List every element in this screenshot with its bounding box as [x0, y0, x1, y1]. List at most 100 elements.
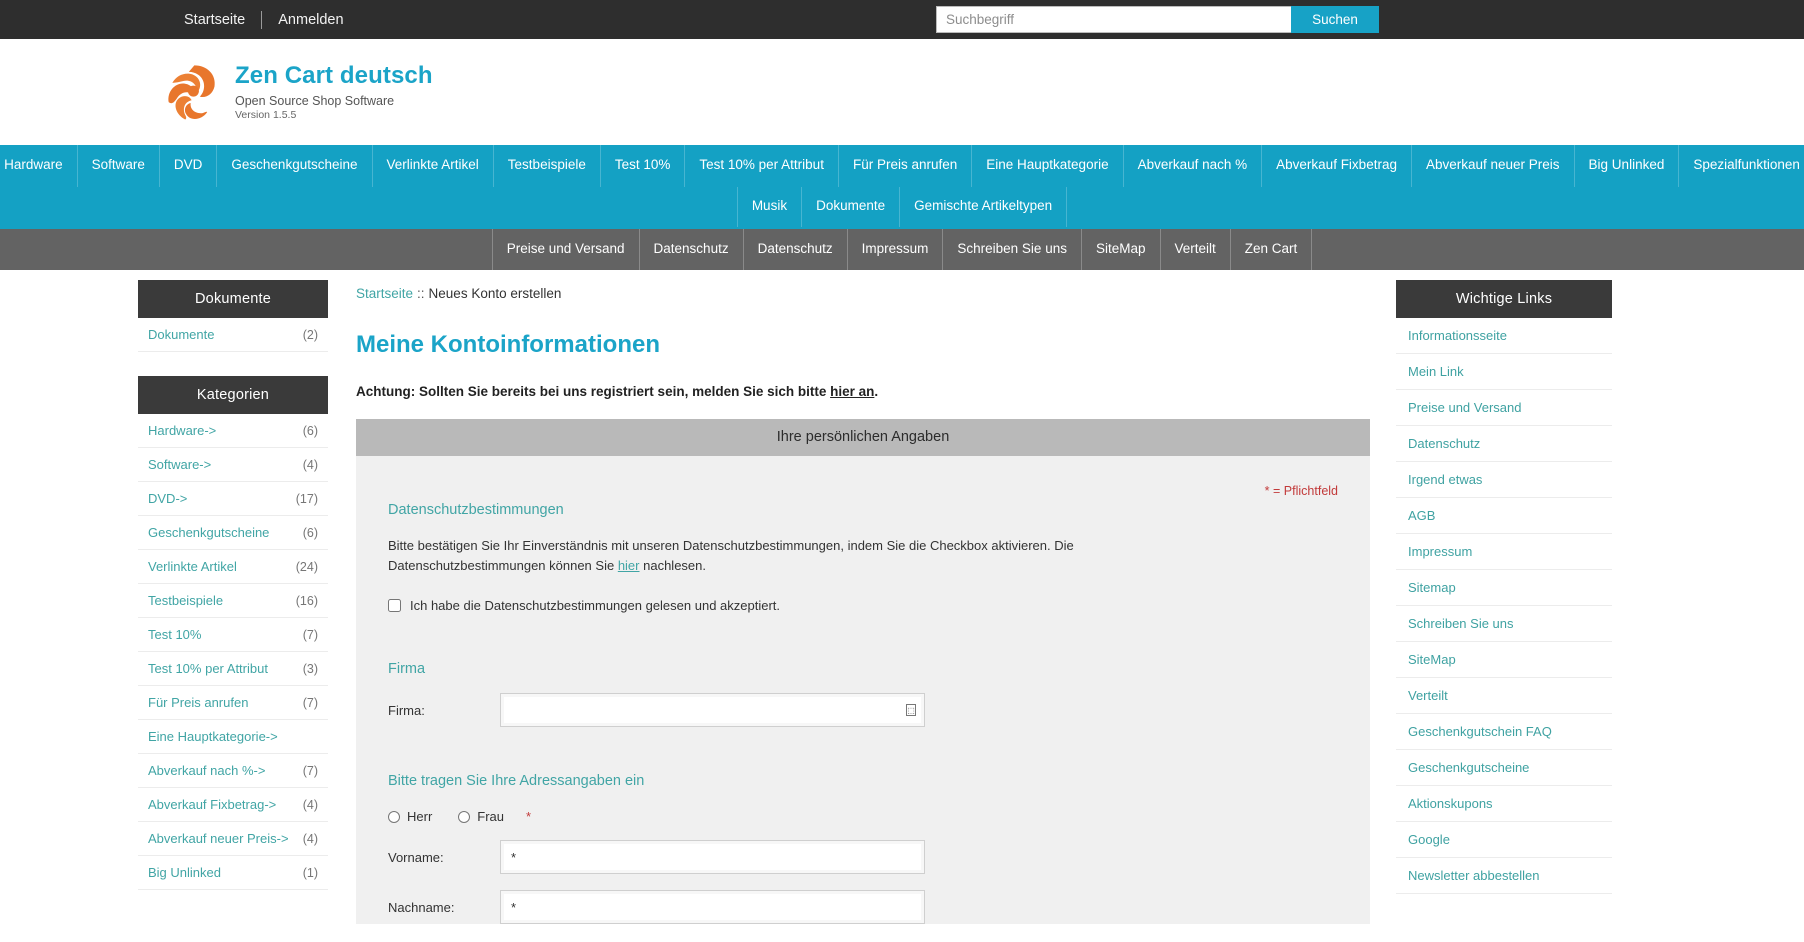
list-item[interactable]: Aktionskupons	[1396, 786, 1612, 822]
list-item[interactable]: Sitemap	[1396, 570, 1612, 606]
list-item[interactable]: Irgend etwas	[1396, 462, 1612, 498]
top-link-startseite[interactable]: Startseite	[168, 10, 261, 30]
breadcrumb-home[interactable]: Startseite	[356, 286, 413, 301]
nav-item-abverkauf-fixbetrag[interactable]: Abverkauf Fixbetrag	[1262, 145, 1412, 187]
list-item[interactable]: Impressum	[1396, 534, 1612, 570]
list-item[interactable]: Preise und Versand	[1396, 390, 1612, 426]
list-item[interactable]: Hardware->(6)	[138, 414, 328, 448]
rlink-datenschutz[interactable]: Datenschutz	[1408, 436, 1480, 451]
rlink-aktionskupons[interactable]: Aktionskupons	[1408, 796, 1493, 811]
list-item[interactable]: Abverkauf nach %->(7)	[138, 754, 328, 788]
list-item[interactable]: Software->(4)	[138, 448, 328, 482]
subnav-item-preise-und-versand[interactable]: Preise und Versand	[492, 229, 640, 270]
list-item[interactable]: Verlinkte Artikel(24)	[138, 550, 328, 584]
nav-item-abverkauf-nach-prozent[interactable]: Abverkauf nach %	[1124, 145, 1263, 187]
company-input-box[interactable]: ⬚	[500, 693, 925, 727]
firstname-input[interactable]	[501, 841, 924, 873]
nav-item-dvd[interactable]: DVD	[160, 145, 218, 187]
subnav-item-schreiben-sie-uns[interactable]: Schreiben Sie uns	[943, 229, 1082, 270]
list-item[interactable]: Mein Link	[1396, 354, 1612, 390]
nav-item-musik[interactable]: Musik	[737, 187, 802, 227]
privacy-text-link[interactable]: hier	[618, 558, 640, 573]
sidebar-item-abverkauf-nach-prozent[interactable]: Abverkauf nach %->	[148, 763, 265, 778]
list-item[interactable]: Informationsseite	[1396, 318, 1612, 354]
rlink-newsletter-abbestellen[interactable]: Newsletter abbestellen	[1408, 868, 1540, 883]
nav-item-spezialfunktionen[interactable]: Spezialfunktionen	[1679, 145, 1804, 187]
nav-item-verlinkte-artikel[interactable]: Verlinkte Artikel	[373, 145, 494, 187]
rlink-verteilt[interactable]: Verteilt	[1408, 688, 1448, 703]
nav-item-dokumente[interactable]: Dokumente	[802, 187, 900, 227]
brand-block[interactable]: Zen Cart deutsch Open Source Shop Softwa…	[165, 61, 433, 123]
top-link-anmelden[interactable]: Anmelden	[262, 10, 359, 30]
company-input[interactable]	[501, 694, 924, 726]
login-notice-link[interactable]: hier an	[830, 384, 874, 399]
subnav-item-zen-cart[interactable]: Zen Cart	[1231, 229, 1313, 270]
list-item[interactable]: Geschenkgutschein FAQ	[1396, 714, 1612, 750]
sidebar-item-test-10-per-attribut[interactable]: Test 10% per Attribut	[148, 661, 268, 676]
nav-item-test-10[interactable]: Test 10%	[601, 145, 686, 187]
nav-item-fuer-preis-anrufen[interactable]: Für Preis anrufen	[839, 145, 972, 187]
nav-item-geschenkgutscheine[interactable]: Geschenkgutscheine	[217, 145, 372, 187]
rlink-schreiben-sie-uns[interactable]: Schreiben Sie uns	[1408, 616, 1514, 631]
list-item[interactable]: Verteilt	[1396, 678, 1612, 714]
sidebar-item-abverkauf-neuer-preis[interactable]: Abverkauf neuer Preis->	[148, 831, 289, 846]
list-item[interactable]: Für Preis anrufen(7)	[138, 686, 328, 720]
sidebar-item-dvd[interactable]: DVD->	[148, 491, 187, 506]
sidebar-item-software[interactable]: Software->	[148, 457, 211, 472]
sidebar-item-hardware[interactable]: Hardware->	[148, 423, 216, 438]
list-item[interactable]: Big Unlinked(1)	[138, 856, 328, 890]
gender-radio-herr[interactable]	[388, 811, 400, 823]
subnav-item-sitemap[interactable]: SiteMap	[1082, 229, 1161, 270]
rlink-mein-link[interactable]: Mein Link	[1408, 364, 1464, 379]
rlink-impressum[interactable]: Impressum	[1408, 544, 1472, 559]
search-input[interactable]	[936, 6, 1291, 33]
sidebar-item-dokumente[interactable]: Dokumente	[148, 327, 214, 342]
rlink-sitemap[interactable]: Sitemap	[1408, 580, 1456, 595]
list-item[interactable]: Abverkauf neuer Preis->(4)	[138, 822, 328, 856]
sidebar-item-verlinkte-artikel[interactable]: Verlinkte Artikel	[148, 559, 237, 574]
list-item[interactable]: Test 10%(7)	[138, 618, 328, 652]
rlink-irgend-etwas[interactable]: Irgend etwas	[1408, 472, 1482, 487]
privacy-checkbox[interactable]	[388, 599, 401, 612]
search-button[interactable]: Suchen	[1291, 6, 1379, 33]
nav-item-software[interactable]: Software	[78, 145, 160, 187]
list-item[interactable]: Geschenkgutscheine	[1396, 750, 1612, 786]
list-item[interactable]: Test 10% per Attribut(3)	[138, 652, 328, 686]
firstname-input-box[interactable]	[500, 840, 925, 874]
subnav-item-impressum[interactable]: Impressum	[848, 229, 944, 270]
list-item[interactable]: Eine Hauptkategorie->	[138, 720, 328, 754]
rlink-sitemap-2[interactable]: SiteMap	[1408, 652, 1456, 667]
gender-radio-frau[interactable]	[458, 811, 470, 823]
list-item[interactable]: Datenschutz	[1396, 426, 1612, 462]
subnav-item-verteilt[interactable]: Verteilt	[1161, 229, 1231, 270]
lastname-input-box[interactable]	[500, 890, 925, 924]
list-item[interactable]: Google	[1396, 822, 1612, 858]
list-item[interactable]: Schreiben Sie uns	[1396, 606, 1612, 642]
subnav-item-datenschutz-2[interactable]: Datenschutz	[744, 229, 848, 270]
nav-item-testbeispiele[interactable]: Testbeispiele	[494, 145, 601, 187]
nav-item-hardware[interactable]: Hardware	[0, 145, 78, 187]
rlink-geschenkgutscheine[interactable]: Geschenkgutscheine	[1408, 760, 1529, 775]
rlink-geschenkgutschein-faq[interactable]: Geschenkgutschein FAQ	[1408, 724, 1552, 739]
list-item[interactable]: SiteMap	[1396, 642, 1612, 678]
sidebar-item-big-unlinked[interactable]: Big Unlinked	[148, 865, 221, 880]
nav-item-big-unlinked[interactable]: Big Unlinked	[1575, 145, 1680, 187]
list-item[interactable]: Testbeispiele(16)	[138, 584, 328, 618]
list-item[interactable]: Newsletter abbestellen	[1396, 858, 1612, 894]
nav-item-test-10-per-attribut[interactable]: Test 10% per Attribut	[685, 145, 839, 187]
list-item[interactable]: Dokumente (2)	[138, 318, 328, 352]
list-item[interactable]: Abverkauf Fixbetrag->(4)	[138, 788, 328, 822]
nav-item-abverkauf-neuer-preis[interactable]: Abverkauf neuer Preis	[1412, 145, 1575, 187]
subnav-item-datenschutz-1[interactable]: Datenschutz	[640, 229, 744, 270]
rlink-informationsseite[interactable]: Informationsseite	[1408, 328, 1507, 343]
sidebar-item-test-10[interactable]: Test 10%	[148, 627, 201, 642]
list-item[interactable]: AGB	[1396, 498, 1612, 534]
rlink-agb[interactable]: AGB	[1408, 508, 1435, 523]
rlink-google[interactable]: Google	[1408, 832, 1450, 847]
list-item[interactable]: Geschenkgutscheine(6)	[138, 516, 328, 550]
sidebar-item-fuer-preis-anrufen[interactable]: Für Preis anrufen	[148, 695, 248, 710]
nav-item-eine-hauptkategorie[interactable]: Eine Hauptkategorie	[972, 145, 1123, 187]
sidebar-item-eine-hauptkategorie[interactable]: Eine Hauptkategorie->	[148, 729, 278, 744]
sidebar-item-abverkauf-fixbetrag[interactable]: Abverkauf Fixbetrag->	[148, 797, 276, 812]
sidebar-item-geschenkgutscheine[interactable]: Geschenkgutscheine	[148, 525, 269, 540]
